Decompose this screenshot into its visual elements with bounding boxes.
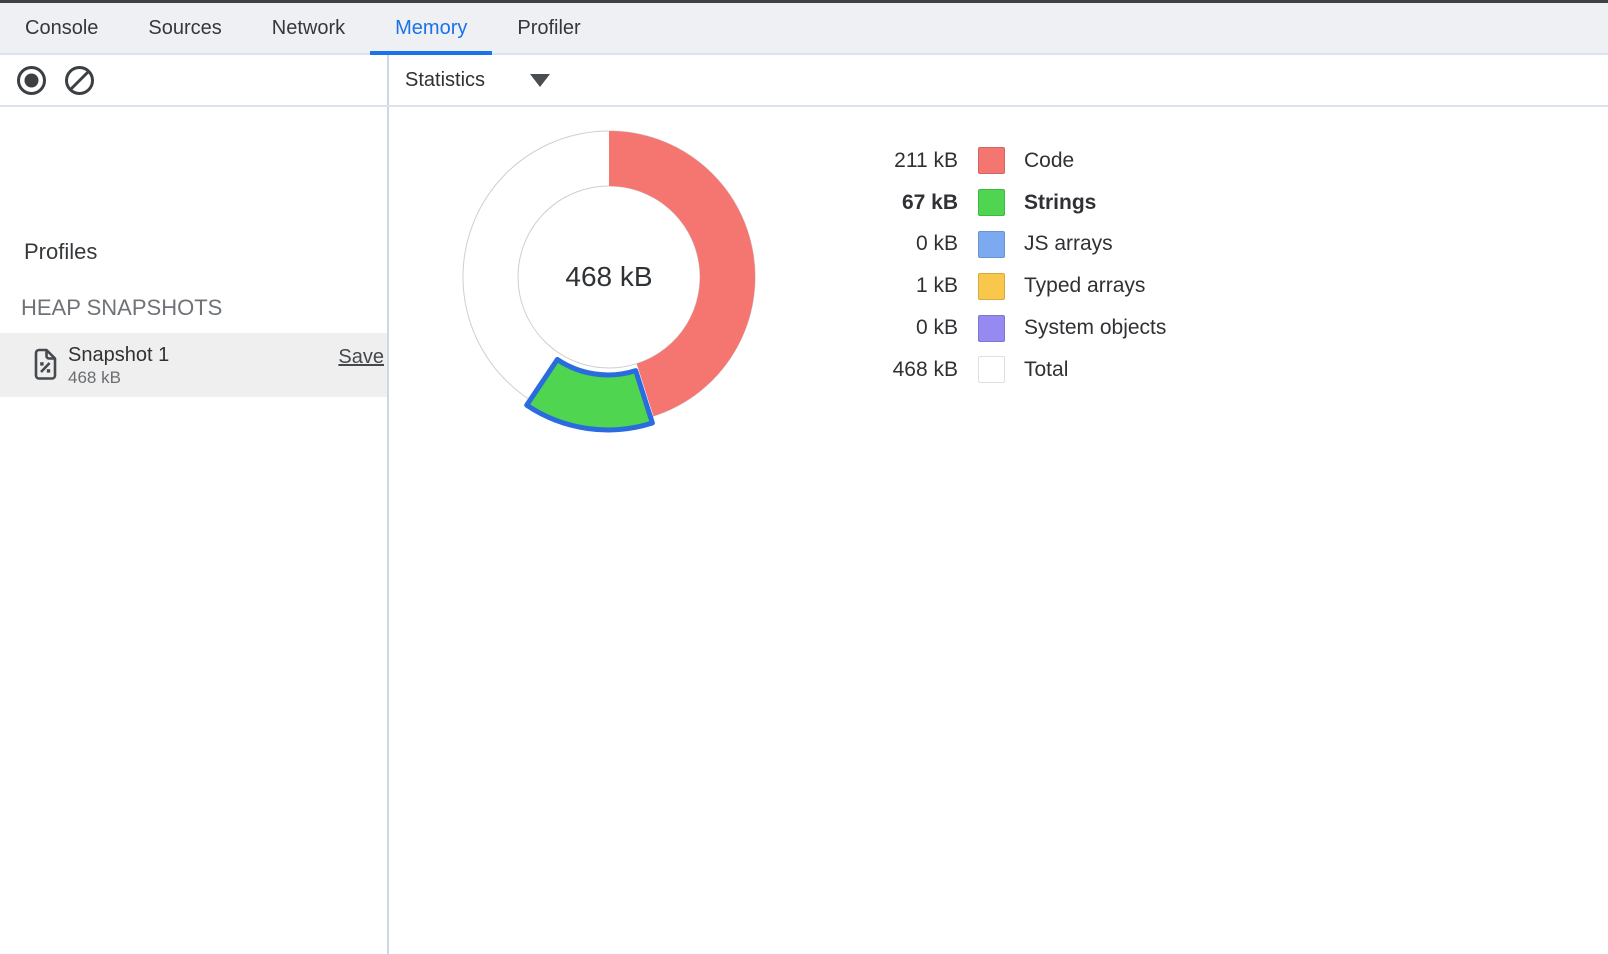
legend-value: 0 kB: [830, 316, 958, 340]
legend-row-strings[interactable]: 67 kB Strings: [830, 182, 1166, 224]
record-icon[interactable]: [16, 65, 47, 96]
legend-label: Total: [1024, 358, 1068, 382]
snapshot-title: Snapshot 1: [68, 344, 169, 367]
legend-swatch-icon: [978, 273, 1005, 300]
statistics-view: 468 kB 211 kB Code 67 kB Strings 0 kB JS arra…: [391, 107, 1608, 954]
legend-value: 0 kB: [830, 232, 958, 256]
snapshot-list-item[interactable]: Snapshot 1 468 kB Save: [0, 333, 387, 397]
donut-chart-svg: [444, 112, 774, 442]
legend-swatch-icon: [978, 147, 1005, 174]
toolbar-left-section: [0, 55, 389, 105]
legend-label: Code: [1024, 149, 1074, 173]
legend-swatch-icon: [978, 356, 1005, 383]
legend-value: 67 kB: [830, 191, 958, 215]
legend-swatch-icon: [978, 189, 1005, 216]
devtools-memory-panel: Console Sources Network Memory Profiler …: [0, 0, 1608, 954]
legend-row-total[interactable]: 468 kB Total: [830, 349, 1166, 391]
legend-value: 1 kB: [830, 274, 958, 298]
chevron-down-icon: [530, 74, 550, 87]
legend-row-js-arrays[interactable]: 0 kB JS arrays: [830, 224, 1166, 266]
legend-value: 211 kB: [830, 149, 958, 173]
donut-slice-strings[interactable]: [527, 360, 653, 430]
snapshot-size: 468 kB: [68, 368, 121, 388]
perspective-select[interactable]: Statistics: [405, 69, 550, 92]
heap-snapshot-file-icon: [31, 348, 58, 381]
legend-label: JS arrays: [1024, 232, 1113, 256]
legend-label: Typed arrays: [1024, 274, 1145, 298]
snapshot-save-link[interactable]: Save: [338, 346, 384, 369]
devtools-tab-bar: Console Sources Network Memory Profiler: [0, 3, 1608, 55]
legend-row-typed-arrays[interactable]: 1 kB Typed arrays: [830, 265, 1166, 307]
legend-swatch-icon: [978, 231, 1005, 258]
profiles-heading: Profiles: [24, 239, 97, 265]
perspective-select-value: Statistics: [405, 69, 485, 92]
tab-console[interactable]: Console: [0, 3, 123, 53]
legend-row-code[interactable]: 211 kB Code: [830, 140, 1166, 182]
legend-label: Strings: [1024, 191, 1096, 215]
heap-statistics-donut-chart: 468 kB: [444, 112, 774, 442]
clear-icon[interactable]: [64, 65, 95, 96]
chart-legend: 211 kB Code 67 kB Strings 0 kB JS arrays 1 kB T…: [830, 140, 1166, 391]
tab-profiler[interactable]: Profiler: [492, 3, 605, 53]
legend-swatch-icon: [978, 315, 1005, 342]
profiles-sidebar: Profiles HEAP SNAPSHOTS Snapshot 1 468 k…: [0, 107, 389, 954]
memory-toolbar: Statistics: [0, 55, 1608, 107]
legend-row-system-objects[interactable]: 0 kB System objects: [830, 307, 1166, 349]
legend-value: 468 kB: [830, 358, 958, 382]
legend-label: System objects: [1024, 316, 1166, 340]
tab-memory[interactable]: Memory: [370, 3, 492, 53]
tab-sources[interactable]: Sources: [123, 3, 246, 53]
toolbar-right-section: Statistics: [389, 55, 1608, 105]
tab-network[interactable]: Network: [247, 3, 370, 53]
heap-snapshots-group-heading: HEAP SNAPSHOTS: [21, 295, 222, 321]
